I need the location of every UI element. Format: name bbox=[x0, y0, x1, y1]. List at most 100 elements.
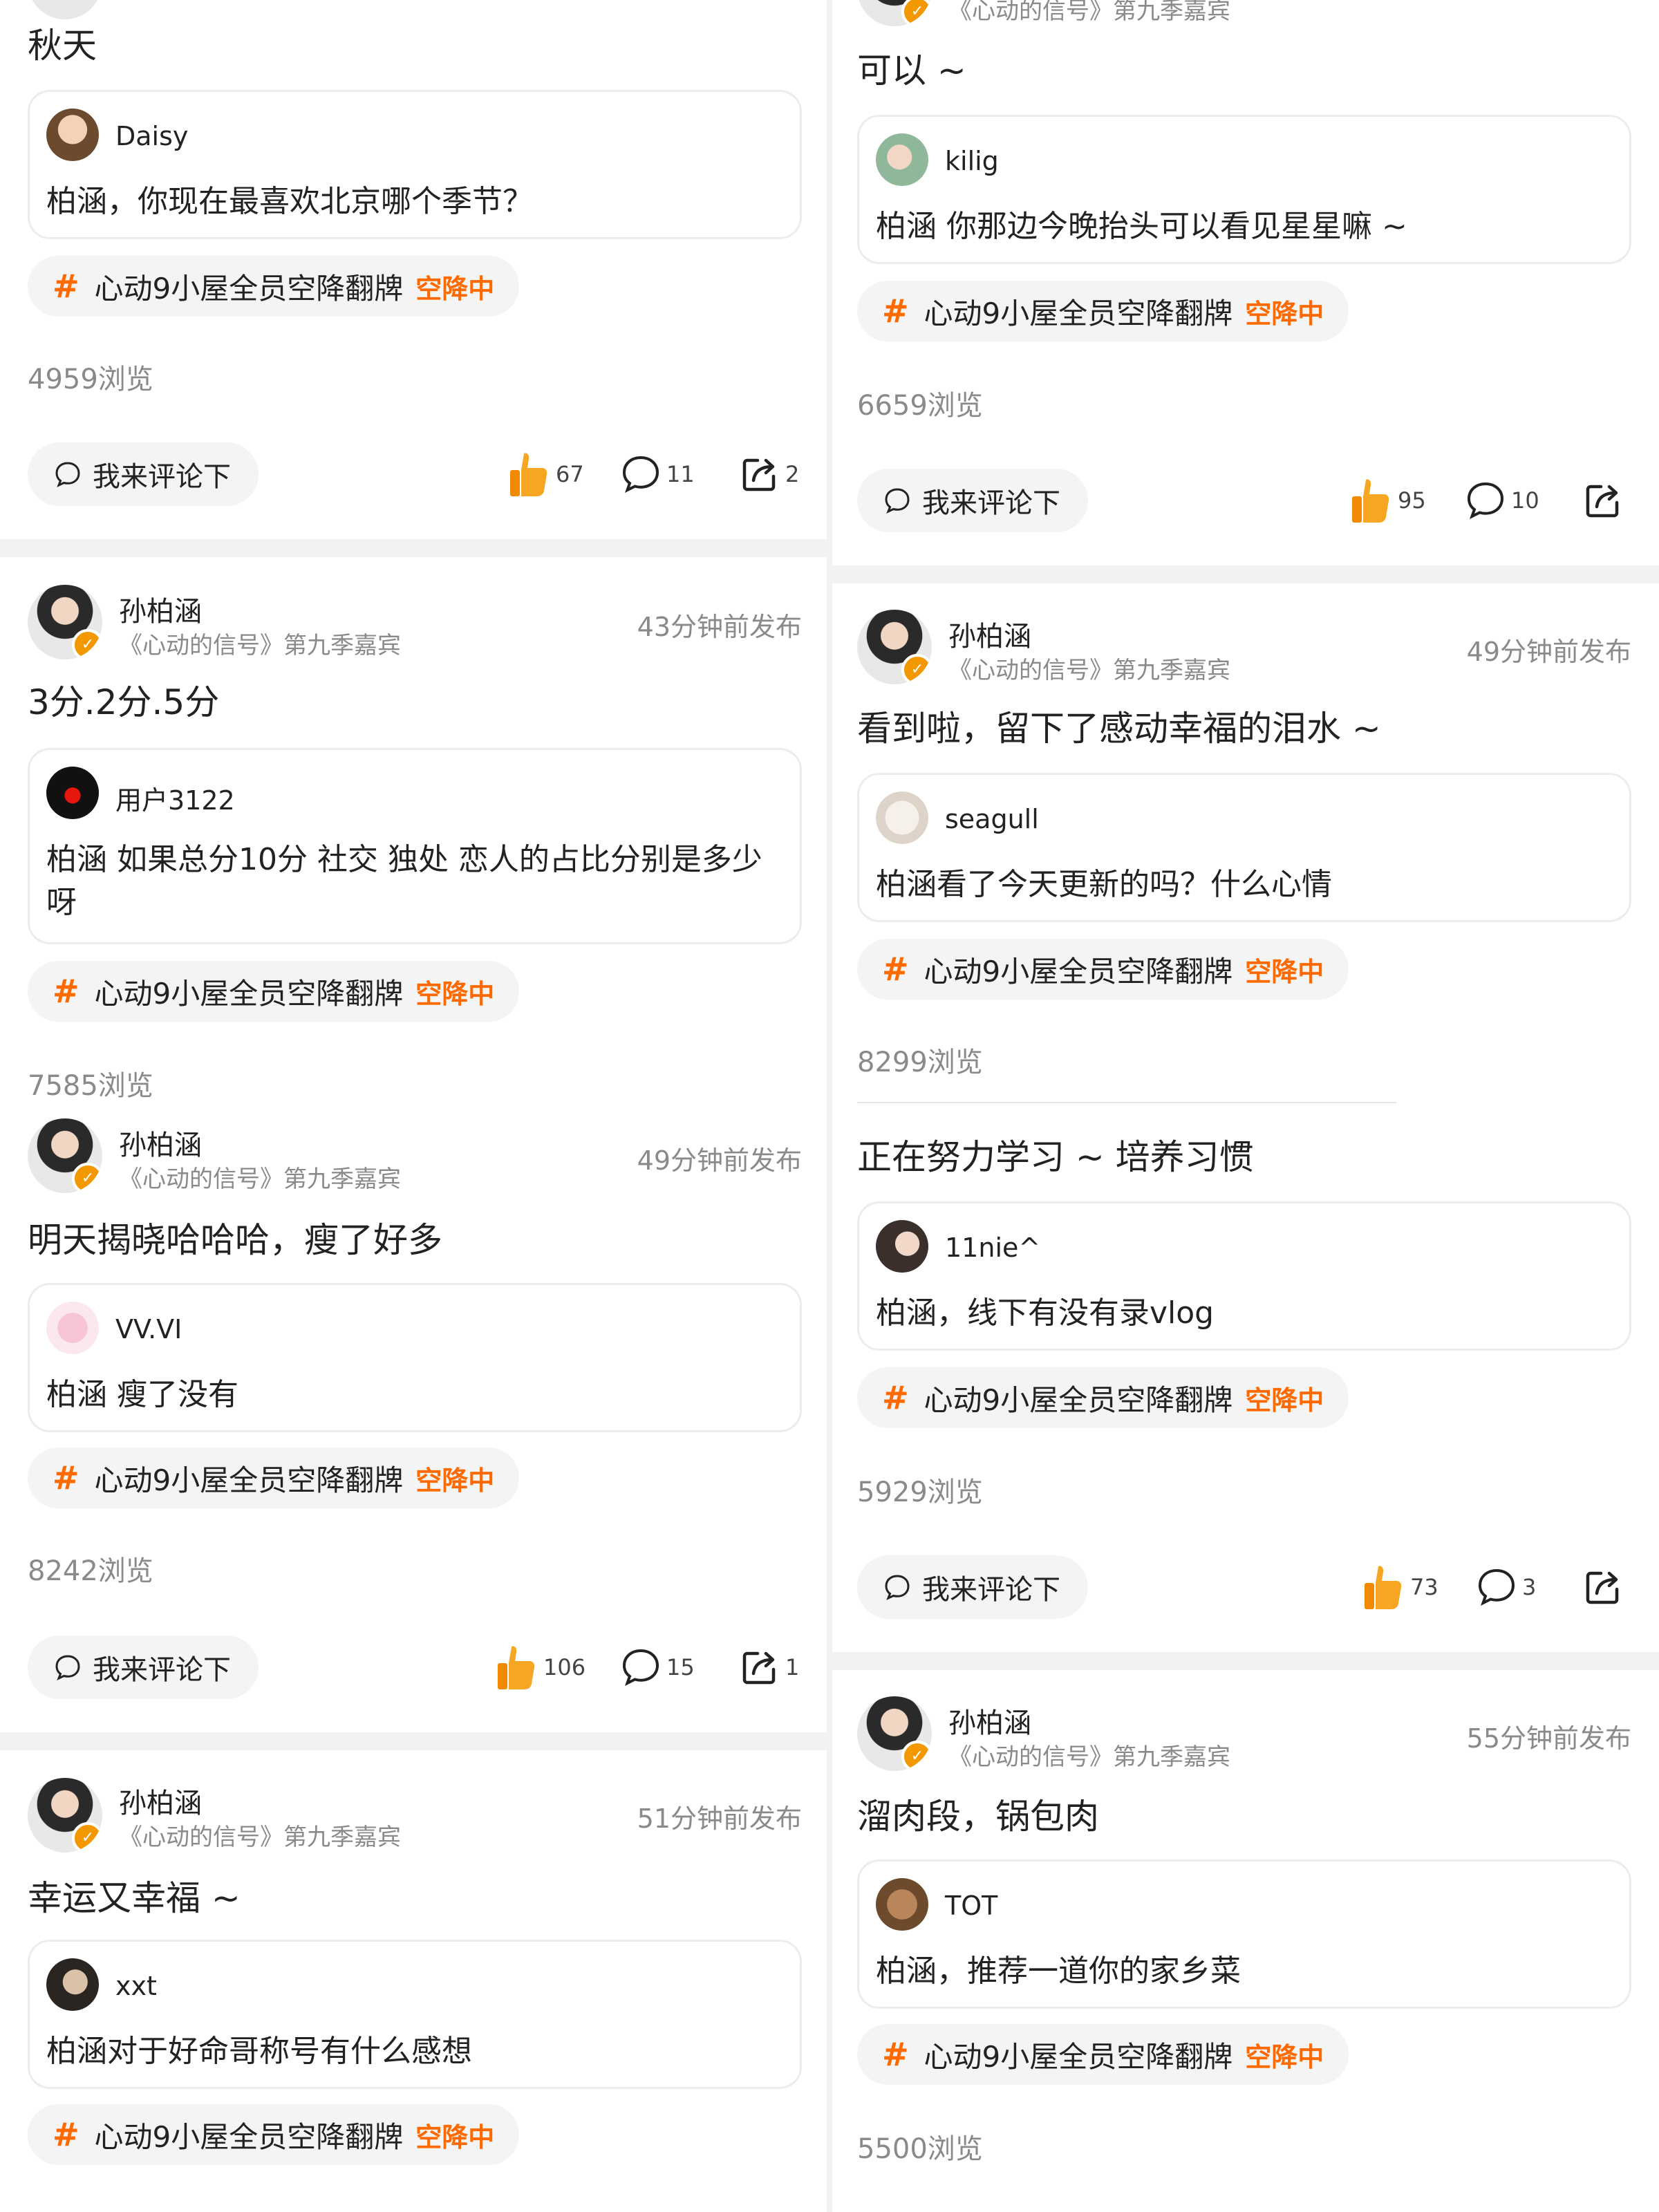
question-user-name[interactable]: 11nie^ bbox=[945, 1232, 1040, 1263]
question-text: 柏涵，线下有没有录vlog bbox=[876, 1295, 1215, 1331]
share-button[interactable]: 1 bbox=[740, 1640, 799, 1695]
topic-text: 心动9小屋全员空降翻牌 bbox=[94, 1463, 404, 1497]
author-avatar[interactable]: ✓ bbox=[28, 585, 102, 659]
cut-header-strip bbox=[857, 1102, 1396, 1103]
comment-count-button[interactable]: 15 bbox=[621, 1640, 695, 1695]
view-count: 5500浏览 bbox=[857, 2133, 983, 2165]
question-text: 柏涵，推荐一道你的家乡菜 bbox=[876, 1953, 1241, 1989]
comment-button[interactable]: 我来评论下 bbox=[857, 1555, 1088, 1619]
share-icon bbox=[740, 454, 780, 494]
question-user-name[interactable]: VV.VI bbox=[115, 1314, 182, 1344]
verified-icon: ✓ bbox=[72, 629, 102, 659]
author-name[interactable]: 孙柏涵 bbox=[119, 589, 202, 629]
question-user-avatar[interactable] bbox=[46, 767, 99, 819]
hash-icon: # bbox=[882, 950, 909, 988]
author-subtitle: 《心动的信号》第九季嘉宾 bbox=[948, 657, 1230, 684]
share-icon bbox=[1583, 1567, 1623, 1607]
author-name[interactable]: 孙柏涵 bbox=[119, 1781, 202, 1821]
thumbs-up-icon bbox=[506, 449, 550, 499]
question-user-name[interactable]: 用户3122 bbox=[115, 779, 235, 817]
author-name[interactable]: 孙柏涵 bbox=[119, 1123, 202, 1163]
topic-badge: 空降中 bbox=[1245, 298, 1324, 329]
hash-icon: # bbox=[53, 973, 79, 1010]
question-text: 柏涵，你现在最喜欢北京哪个季节？ bbox=[46, 184, 533, 219]
question-text: 柏涵看了今天更新的吗？什么心情 bbox=[876, 867, 1332, 902]
topic-tag[interactable]: # 心动9小屋全员空降翻牌 空降中 bbox=[28, 1447, 520, 1508]
topic-badge: 空降中 bbox=[1245, 1385, 1324, 1416]
topic-tag[interactable]: # 心动9小屋全员空降翻牌 空降中 bbox=[857, 281, 1349, 341]
comment-button-label: 我来评论下 bbox=[922, 1574, 1060, 1606]
author-name[interactable]: 孙柏涵 bbox=[948, 614, 1031, 654]
question-user-name[interactable]: TOT bbox=[945, 1891, 997, 1921]
topic-badge: 空降中 bbox=[415, 2121, 495, 2153]
hash-icon: # bbox=[53, 2116, 79, 2153]
topic-tag[interactable]: # 心动9小屋全员空降翻牌 空降中 bbox=[28, 2104, 520, 2165]
comment-icon bbox=[621, 454, 661, 494]
question-user-name[interactable]: seagull bbox=[945, 804, 1039, 834]
topic-text: 心动9小屋全员空降翻牌 bbox=[924, 1382, 1233, 1417]
question-user-avatar[interactable] bbox=[46, 1302, 99, 1354]
question-user-name[interactable]: xxt bbox=[115, 1971, 157, 2001]
topic-tag[interactable]: # 心动9小屋全员空降翻牌 空降中 bbox=[857, 939, 1349, 1000]
author-avatar[interactable] bbox=[28, 0, 102, 19]
question-user-avatar[interactable] bbox=[876, 1878, 928, 1931]
author-avatar[interactable]: ✓ bbox=[857, 0, 932, 26]
topic-badge: 空降中 bbox=[1245, 956, 1324, 987]
share-button[interactable] bbox=[1583, 1559, 1623, 1615]
like-button[interactable]: 67 bbox=[506, 447, 584, 502]
topic-tag[interactable]: # 心动9小屋全员空降翻牌 空降中 bbox=[857, 2024, 1349, 2085]
verified-icon: ✓ bbox=[901, 0, 932, 26]
like-count: 95 bbox=[1398, 487, 1426, 514]
hash-icon: # bbox=[53, 1459, 79, 1497]
author-name[interactable]: 孙柏涵 bbox=[948, 1700, 1031, 1741]
chat-bubble-icon bbox=[883, 487, 911, 514]
like-button[interactable]: 106 bbox=[494, 1640, 585, 1695]
share-button[interactable] bbox=[1583, 473, 1623, 528]
question-card[interactable]: VV.VI 柏涵 瘦了没有 bbox=[28, 1283, 802, 1432]
like-button[interactable]: 95 bbox=[1348, 473, 1426, 528]
question-card[interactable]: kilig 柏涵 你那边今晚抬头可以看见星星嘛 ~ bbox=[857, 115, 1631, 264]
author-avatar[interactable]: ✓ bbox=[28, 1118, 102, 1193]
question-text: 柏涵 如果总分10分 社交 独处 恋人的占比分别是多少呀 bbox=[46, 842, 762, 920]
comment-button[interactable]: 我来评论下 bbox=[28, 442, 259, 506]
question-card[interactable]: 11nie^ 柏涵，线下有没有录vlog bbox=[857, 1201, 1631, 1351]
author-avatar[interactable]: ✓ bbox=[857, 610, 932, 684]
answer-text: 明天揭晓哈哈哈，瘦了好多 bbox=[28, 1220, 442, 1260]
topic-badge: 空降中 bbox=[415, 978, 495, 1009]
right-feed-column: ✓ 《心动的信号》第九季嘉宾 可以 ~ kilig 柏涵 你那边今晚抬头可以看见… bbox=[830, 0, 1659, 2212]
topic-text: 心动9小屋全员空降翻牌 bbox=[94, 2119, 404, 2154]
question-user-avatar[interactable] bbox=[46, 1958, 99, 2011]
author-subtitle: 《心动的信号》第九季嘉宾 bbox=[119, 1165, 401, 1193]
topic-tag[interactable]: # 心动9小屋全员空降翻牌 空降中 bbox=[28, 961, 520, 1022]
comment-button[interactable]: 我来评论下 bbox=[28, 1635, 259, 1699]
question-user-avatar[interactable] bbox=[876, 791, 928, 844]
answer-text: 正在努力学习 ~ 培养习惯 bbox=[857, 1137, 1254, 1177]
share-button[interactable]: 2 bbox=[740, 447, 799, 502]
hash-icon: # bbox=[882, 2036, 909, 2073]
question-card[interactable]: TOT 柏涵，推荐一道你的家乡菜 bbox=[857, 1859, 1631, 2009]
topic-tag[interactable]: # 心动9小屋全员空降翻牌 空降中 bbox=[28, 256, 520, 317]
author-avatar[interactable]: ✓ bbox=[28, 1778, 102, 1853]
publish-time: 55分钟前发布 bbox=[1466, 1723, 1631, 1754]
question-user-avatar[interactable] bbox=[46, 109, 99, 161]
question-card[interactable]: xxt 柏涵对于好命哥称号有什么感想 bbox=[28, 1940, 802, 2089]
comment-count-button[interactable]: 11 bbox=[621, 447, 695, 502]
comment-icon bbox=[1465, 480, 1506, 521]
question-card[interactable]: Daisy 柏涵，你现在最喜欢北京哪个季节？ bbox=[28, 90, 802, 239]
post-separator bbox=[0, 1732, 830, 1750]
comment-button[interactable]: 我来评论下 bbox=[857, 469, 1088, 532]
column-divider bbox=[827, 0, 832, 2212]
question-user-avatar[interactable] bbox=[876, 1220, 928, 1273]
topic-tag[interactable]: # 心动9小屋全员空降翻牌 空降中 bbox=[857, 1367, 1349, 1428]
question-card[interactable]: seagull 柏涵看了今天更新的吗？什么心情 bbox=[857, 773, 1631, 922]
comment-count-button[interactable]: 3 bbox=[1477, 1559, 1536, 1615]
comment-count: 3 bbox=[1522, 1574, 1537, 1600]
comment-count-button[interactable]: 10 bbox=[1465, 473, 1539, 528]
question-user-name[interactable]: kilig bbox=[945, 146, 999, 176]
question-user-avatar[interactable] bbox=[876, 133, 928, 186]
post-separator bbox=[830, 565, 1659, 583]
question-card[interactable]: 用户3122 柏涵 如果总分10分 社交 独处 恋人的占比分别是多少呀 bbox=[28, 748, 802, 944]
author-avatar[interactable]: ✓ bbox=[857, 1696, 932, 1771]
question-user-name[interactable]: Daisy bbox=[115, 121, 188, 151]
like-button[interactable]: 73 bbox=[1360, 1559, 1438, 1615]
